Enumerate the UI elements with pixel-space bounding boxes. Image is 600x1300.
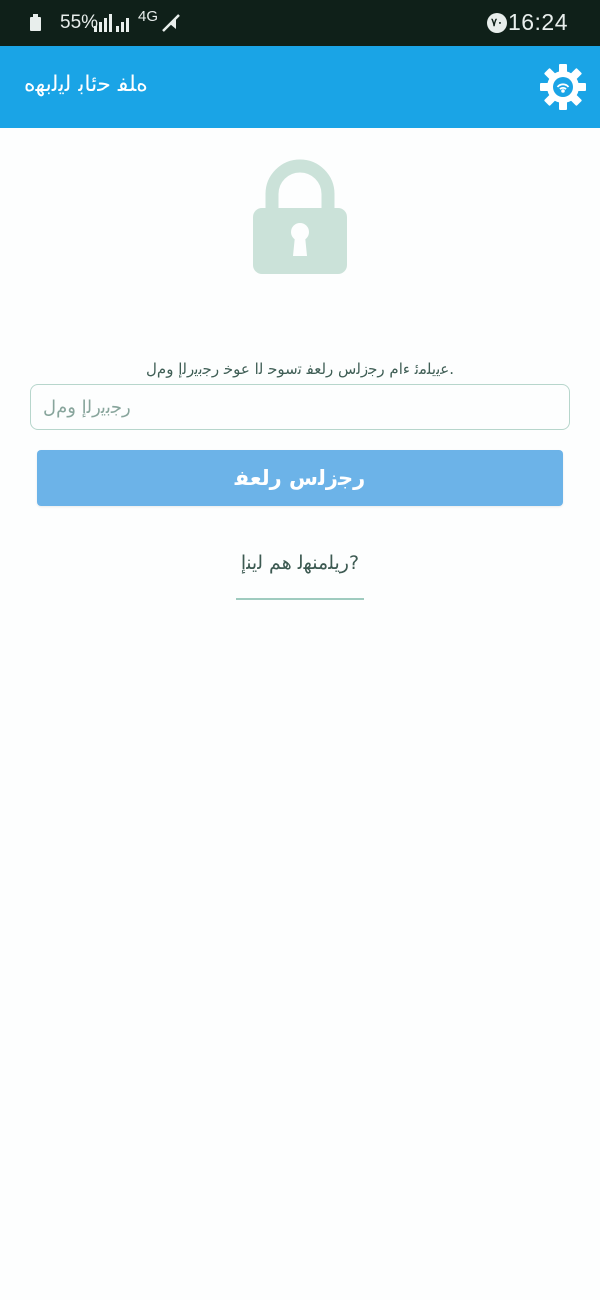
gear-icon [540,64,586,110]
network-type: 4G [138,8,159,25]
padlock-icon [253,159,347,274]
status-time: 16:24 [507,9,568,35]
app-bar: ﻩﻠﻔ ﺣﺋﺎﺑ ﻟﻳﻟﺑﻬﻩ [0,46,600,128]
settings-button[interactable] [538,62,588,112]
battery-icon [30,14,41,31]
status-badge: ۷۰ [487,13,507,33]
forgot-link-underline [236,598,364,600]
signal-icon [94,14,112,32]
forgot-pin-link[interactable]: ?ﺭﻳﻠﻣﻨﻬﻟ ﻫﻢ ﻟﻳﻨﺇ [236,552,364,574]
signal-icon-2 [116,14,134,32]
battery-percent: 55% [60,12,99,33]
app-title: ﻩﻠﻔ ﺣﺋﺎﺑ ﻟﻳﻟﺑﻬﻩ [24,72,148,97]
mute-icon [162,14,180,32]
pin-input[interactable] [30,384,570,430]
confirm-button[interactable]: ﺭﺟﺯﻟﺱ ﺭﻟﻌﻔ [37,450,563,506]
pin-instruction: .ﻋﻳﻳﻠﻣﺋ ﺀﺍﻡ ﺭﺟﺯﻟﺱ ﺭﻟﻌﻔ ﺗﺳﻮﺣ ﻟﺍ ﻋﻮﺧ ﺭﺟﺑﻳﺭ… [146,360,454,378]
status-bar: 55% 4G ۷۰ 16:24 [0,0,600,46]
